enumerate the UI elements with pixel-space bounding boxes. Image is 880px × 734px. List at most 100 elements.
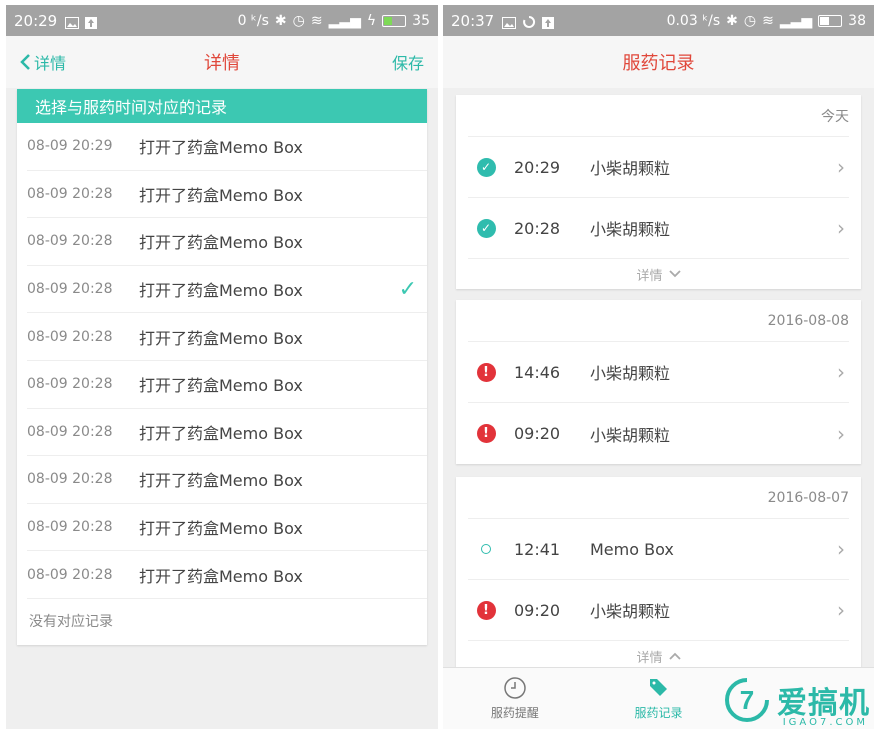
page-title: 服药记录 bbox=[622, 53, 695, 74]
group-date: 今天 bbox=[468, 95, 849, 137]
brand-logo-icon: 7 bbox=[725, 678, 769, 722]
record-row[interactable]: 08-09 20:28 打开了药盒Memo Box bbox=[27, 218, 427, 266]
battery-level: 38 bbox=[848, 12, 866, 29]
record-action: 打开了药盒Memo Box bbox=[139, 376, 303, 396]
record-action: 打开了药盒Memo Box bbox=[139, 138, 303, 158]
charging-icon: ϟ bbox=[366, 12, 377, 29]
record-time: 08-09 20:28 bbox=[27, 566, 113, 583]
left-phone-screen: 20:29 0 ᵏ/s ✱ ◷ ≋ ▂▃▅ ϟ 35 详情 详情 保存 选择与服… bbox=[6, 5, 438, 729]
record-row[interactable]: 08-09 20:28 打开了药盒Memo Box bbox=[27, 361, 427, 409]
record-row[interactable]: 08-09 20:28 打开了药盒Memo Box ✓ bbox=[27, 266, 427, 314]
network-speed: 0.03 ᵏ/s bbox=[666, 12, 721, 29]
record-row[interactable]: 08-09 20:28 打开了药盒Memo Box bbox=[27, 171, 427, 219]
entry-name: 小柴胡颗粒 bbox=[590, 425, 671, 445]
back-button[interactable]: 详情 bbox=[18, 50, 66, 74]
upload-icon bbox=[85, 15, 99, 29]
record-time: 08-09 20:28 bbox=[27, 281, 113, 298]
log-entry[interactable]: ✓ 20:28 小柴胡颗粒 › bbox=[468, 198, 849, 259]
chevron-right-icon: › bbox=[837, 155, 845, 179]
chevron-right-icon: › bbox=[837, 598, 845, 622]
pill-tag-icon bbox=[649, 679, 667, 696]
tab-label: 服药提醒 bbox=[490, 706, 539, 720]
record-time: 08-09 20:28 bbox=[27, 233, 113, 250]
chevron-right-icon: › bbox=[837, 421, 845, 446]
image-icon bbox=[65, 15, 80, 29]
no-record-option[interactable]: 没有对应记录 bbox=[17, 599, 427, 643]
record-action: 打开了药盒Memo Box bbox=[139, 423, 303, 443]
entry-time: 12:41 bbox=[514, 539, 561, 559]
record-action: 打开了药盒Memo Box bbox=[139, 519, 303, 539]
battery-level: 35 bbox=[412, 12, 430, 29]
bluetooth-icon: ✱ bbox=[726, 12, 738, 29]
details-label: 详情 bbox=[636, 268, 663, 284]
entry-time: 09:20 bbox=[514, 424, 561, 443]
log-entry[interactable]: ✓ 20:29 小柴胡颗粒 › bbox=[468, 137, 849, 198]
tab-reminders[interactable]: 服药提醒 bbox=[443, 668, 587, 729]
chevron-left-icon bbox=[20, 54, 30, 70]
record-list-card: 选择与服药时间对应的记录 08-09 20:29 打开了药盒Memo Box 08-… bbox=[17, 89, 427, 645]
details-toggle[interactable]: 详情 bbox=[456, 259, 861, 289]
watermark-logo: 7 爱搞机 IGAO7.COM bbox=[723, 676, 870, 728]
alarm-icon: ◷ bbox=[292, 12, 305, 29]
page-title: 详情 bbox=[204, 53, 240, 74]
entry-time: 14:46 bbox=[514, 362, 561, 382]
chevron-up-icon bbox=[668, 652, 681, 660]
bluetooth-icon: ✱ bbox=[274, 12, 287, 29]
record-action: 打开了药盒Memo Box bbox=[139, 328, 303, 348]
record-row[interactable]: 08-09 20:29 打开了药盒Memo Box bbox=[27, 123, 427, 171]
status-bar: 20:29 0 ᵏ/s ✱ ◷ ≋ ▂▃▅ ϟ 35 bbox=[6, 5, 438, 36]
taken-check-icon: ✓ bbox=[476, 218, 496, 238]
watermark-brand: 爱搞机 bbox=[777, 686, 870, 721]
record-action: 打开了药盒Memo Box bbox=[139, 566, 303, 586]
entry-name: 小柴胡颗粒 bbox=[590, 159, 671, 178]
record-row[interactable]: 08-09 20:28 打开了药盒Memo Box bbox=[27, 504, 427, 552]
group-date: 2016-08-07 bbox=[468, 477, 849, 519]
group-date: 2016-08-08 bbox=[468, 300, 849, 342]
opened-circle-icon bbox=[481, 544, 491, 554]
image-icon bbox=[502, 15, 517, 29]
details-label: 详情 bbox=[636, 650, 663, 666]
log-entry[interactable]: ! 14:46 小柴胡颗粒 › bbox=[468, 342, 849, 403]
entry-name: 小柴胡颗粒 bbox=[590, 220, 671, 239]
wifi-icon: ≋ bbox=[762, 12, 774, 29]
right-phone-screen: 20:37 0.03 ᵏ/s ✱ ◷ ≋ ▂▃▅ 38 服药记录 今天 ✓ 20:2… bbox=[443, 5, 874, 729]
entry-name: 小柴胡颗粒 bbox=[590, 602, 671, 621]
record-action: 打开了药盒Memo Box bbox=[139, 185, 303, 205]
tab-records[interactable]: 服药记录 bbox=[587, 668, 731, 729]
signal-icon: ▂▃▅ bbox=[779, 12, 813, 29]
status-time: 20:29 bbox=[14, 11, 58, 30]
wifi-icon: ≋ bbox=[310, 12, 323, 29]
save-button[interactable]: 保存 bbox=[392, 50, 424, 74]
battery-icon bbox=[382, 14, 407, 27]
record-row[interactable]: 08-09 20:28 打开了药盒Memo Box bbox=[27, 551, 427, 599]
tab-label: 服药记录 bbox=[634, 706, 683, 720]
record-action: 打开了药盒Memo Box bbox=[139, 281, 303, 301]
chevron-right-icon: › bbox=[837, 216, 845, 240]
log-entry[interactable]: 12:41 Memo Box › bbox=[468, 519, 849, 580]
network-speed: 0 ᵏ/s bbox=[237, 12, 269, 29]
missed-alert-icon: ! bbox=[476, 362, 496, 382]
sync-icon bbox=[522, 15, 536, 28]
record-time: 08-09 20:28 bbox=[27, 328, 113, 345]
log-entry[interactable]: ! 09:20 小柴胡颗粒 › bbox=[468, 403, 849, 464]
record-action: 打开了药盒Memo Box bbox=[139, 233, 303, 253]
taken-check-icon: ✓ bbox=[476, 157, 496, 177]
nav-bar: 服药记录 bbox=[443, 36, 874, 88]
missed-alert-icon: ! bbox=[476, 600, 496, 620]
record-time: 08-09 20:28 bbox=[27, 185, 113, 202]
nav-bar: 详情 详情 保存 bbox=[6, 36, 438, 88]
checkmark-icon: ✓ bbox=[398, 276, 417, 302]
list-header: 选择与服药时间对应的记录 bbox=[17, 89, 427, 123]
record-row[interactable]: 08-09 20:28 打开了药盒Memo Box bbox=[27, 456, 427, 504]
record-time: 08-09 20:28 bbox=[27, 423, 113, 440]
entry-time: 20:28 bbox=[514, 218, 561, 238]
record-time: 08-09 20:28 bbox=[27, 471, 113, 488]
status-bar: 20:37 0.03 ᵏ/s ✱ ◷ ≋ ▂▃▅ 38 bbox=[443, 5, 874, 36]
record-time: 08-09 20:28 bbox=[27, 376, 113, 393]
clock-icon bbox=[504, 677, 526, 699]
log-entry[interactable]: ! 09:20 小柴胡颗粒 › bbox=[468, 580, 849, 641]
record-row[interactable]: 08-09 20:28 打开了药盒Memo Box bbox=[27, 313, 427, 361]
record-time: 08-09 20:28 bbox=[27, 519, 113, 536]
record-row[interactable]: 08-09 20:28 打开了药盒Memo Box bbox=[27, 409, 427, 457]
entry-name: Memo Box bbox=[590, 539, 674, 559]
